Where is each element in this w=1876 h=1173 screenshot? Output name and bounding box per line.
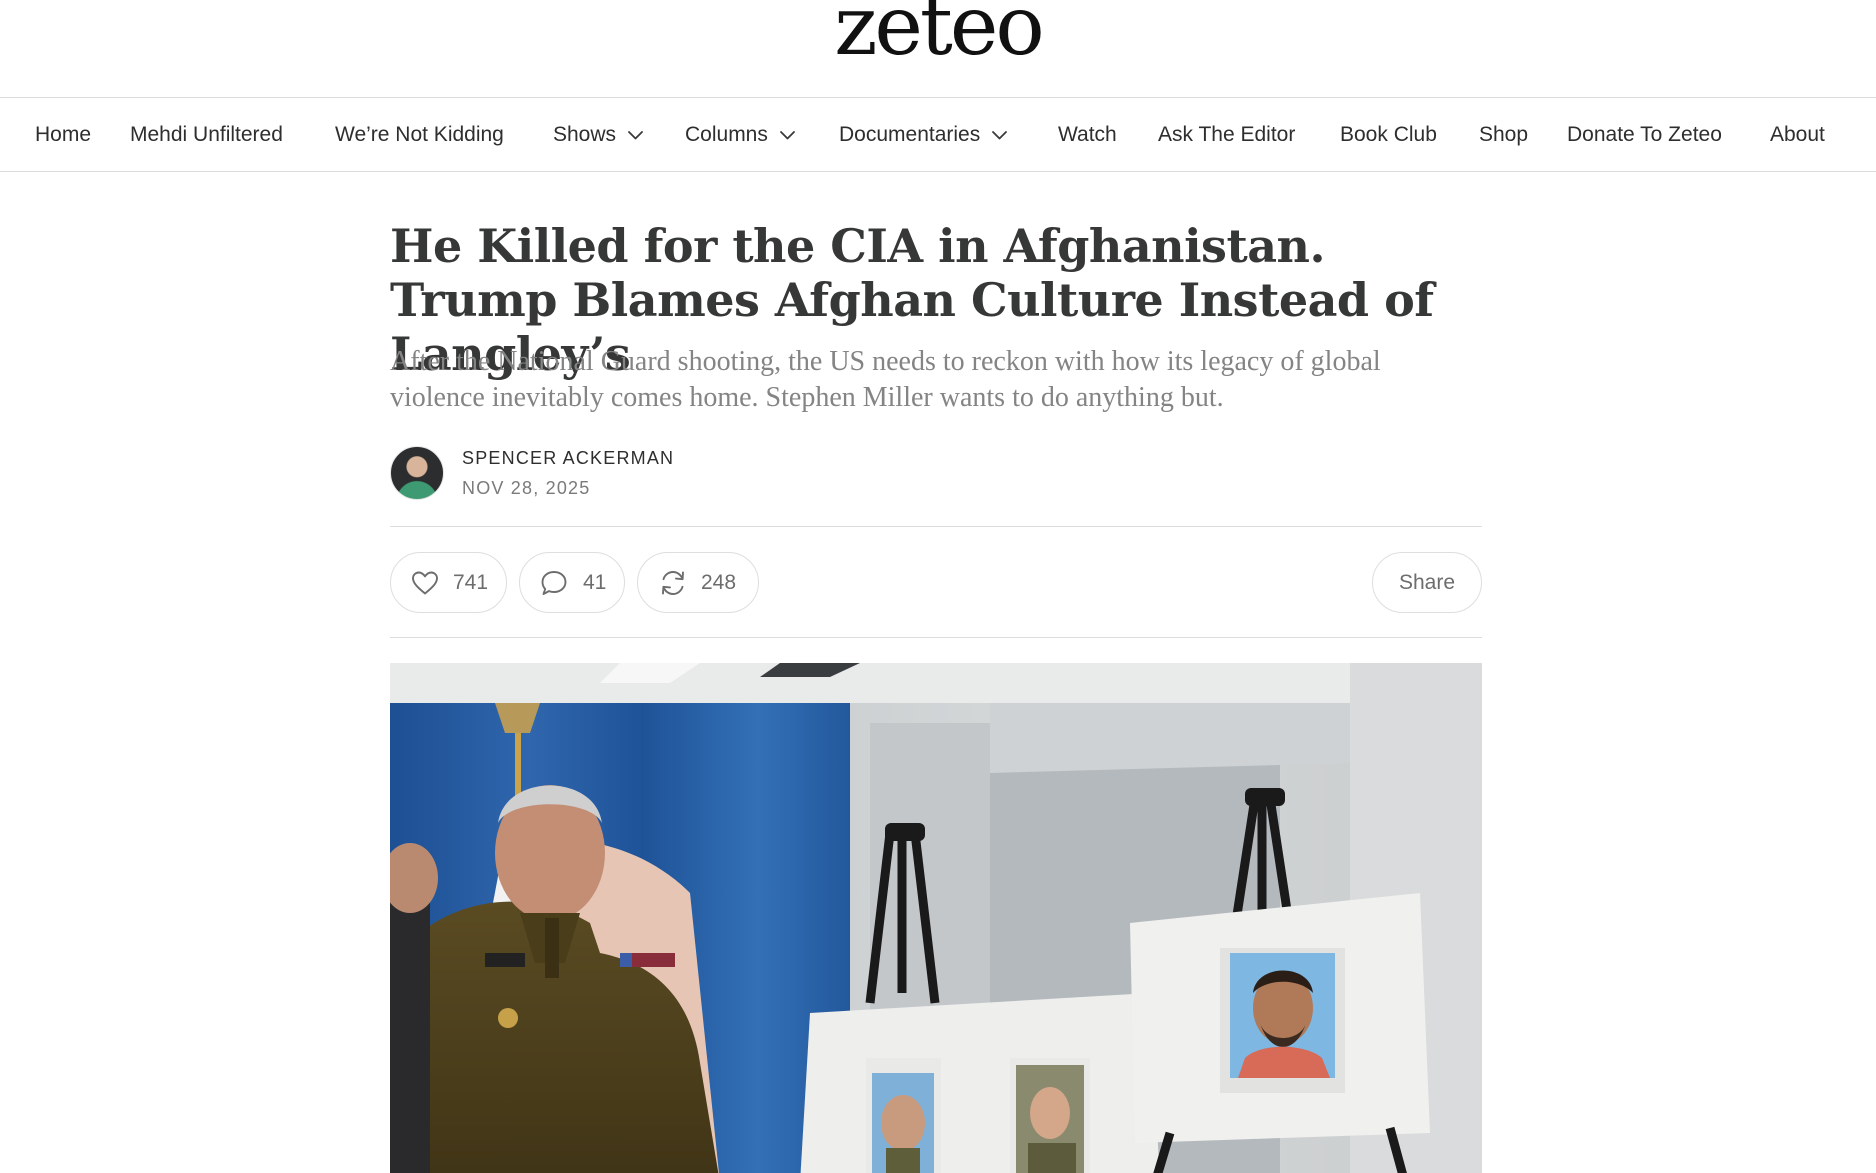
nav-item-label: Shows [553,123,617,146]
comment-count: 41 [583,570,607,594]
chevron-down-icon [779,130,795,139]
nav-item-label: Book Club [1340,123,1437,146]
nav-item-label: Ask The Editor [1158,123,1296,146]
comment-button[interactable]: 41 [519,552,625,613]
nav-item-were-not-kidding[interactable]: We’re Not Kidding [335,98,504,172]
like-button[interactable]: 741 [390,552,507,613]
share-label: Share [1398,570,1456,594]
nav-item-mehdi-unfiltered[interactable]: Mehdi Unfiltered [130,98,283,172]
nav-item-label: About [1770,123,1825,146]
comment-bubble-icon [541,570,567,595]
article-hero-image [390,663,1482,1173]
restack-button[interactable]: 248 [637,552,759,613]
nav-item-book-club[interactable]: Book Club [1340,98,1437,172]
nav-item-label: Home [35,123,92,146]
masthead: zeteo [0,0,1876,98]
author-avatar[interactable] [390,446,444,500]
chevron-down-icon [628,130,643,139]
restack-icon [662,570,684,595]
nav-item-watch[interactable]: Watch [1058,98,1117,172]
nav-item-label: We’re Not Kidding [335,123,504,146]
site-logo[interactable]: zeteo [0,0,1876,68]
nav-item-donate-to-zeteo[interactable]: Donate To Zeteo [1567,98,1722,172]
divider [390,526,1482,527]
nav-item-label: Shop [1479,123,1529,146]
publish-date: NOV 28, 2025 [462,478,591,498]
nav-item-home[interactable]: Home [35,98,91,172]
nav-item-label: Columns [685,123,768,146]
nav-item-shop[interactable]: Shop [1479,98,1528,172]
press-conference-photo [390,663,1482,1173]
nav-item-shows[interactable]: Shows [553,98,644,172]
nav-item-about[interactable]: About [1770,98,1825,172]
nav-item-columns[interactable]: Columns [685,98,796,172]
like-count: 741 [453,570,489,594]
nav-item-label: Documentaries [839,123,981,146]
nav-item-label: Mehdi Unfiltered [130,123,283,146]
nav-item-label: Donate To Zeteo [1567,123,1722,146]
divider [390,637,1482,638]
chevron-down-icon [992,130,1008,139]
restack-count: 248 [701,570,737,594]
author-name[interactable]: SPENCER ACKERMAN [462,448,674,469]
share-button[interactable]: Share [1372,552,1482,613]
nav-item-ask-the-editor[interactable]: Ask The Editor [1158,98,1295,172]
heart-icon [412,571,438,594]
nav-item-documentaries[interactable]: Documentaries [839,98,1008,172]
article-subtitle: After the National Guard shooting, the U… [390,346,1381,413]
main-nav: Home Mehdi Unfiltered We’re Not Kidding … [0,98,1876,172]
nav-item-label: Watch [1058,123,1117,146]
